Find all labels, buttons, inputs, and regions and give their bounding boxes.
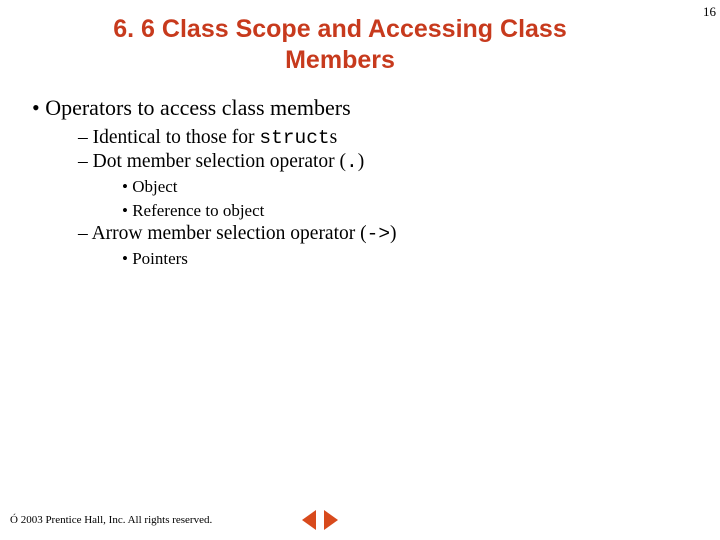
code-text: -> [367,223,390,245]
next-icon[interactable] [324,510,338,530]
bullet-text: ) [358,151,365,172]
title-line-2: Members [285,46,395,74]
bullet-l2: Dot member selection operator (.) [78,151,700,173]
bullet-text: ) [390,223,397,244]
page-number: 16 [703,4,716,20]
bullet-l1: Operators to access class members [32,95,700,121]
bullet-text: Object [132,177,177,196]
bullet-l3: Pointers [122,249,700,269]
code-text: . [346,151,358,173]
bullet-text: Arrow member selection operator ( [92,223,367,244]
bullet-l3: Object [122,177,700,197]
title-line-1: 6. 6 Class Scope and Accessing Class [113,15,566,43]
bullet-l2: Identical to those for structs [78,127,700,149]
nav-controls [302,510,338,530]
copyright-text: Ó 2003 Prentice Hall, Inc. All rights re… [10,514,212,526]
bullet-text: Reference to object [132,201,264,220]
bullet-text: Dot member selection operator ( [93,151,346,172]
slide-title: 6. 6 Class Scope and Accessing Class Mem… [0,0,720,77]
code-text: struct [259,127,329,149]
bullet-l2: Arrow member selection operator (->) [78,223,700,245]
bullet-l3: Reference to object [122,201,700,221]
bullet-text: Pointers [132,249,188,268]
bullet-text: s [330,127,338,148]
bullet-text: Operators to access class members [45,95,350,120]
slide-content: Operators to access class members Identi… [0,77,720,269]
bullet-text: Identical to those for [93,127,260,148]
footer: Ó 2003 Prentice Hall, Inc. All rights re… [10,510,710,530]
prev-icon[interactable] [302,510,316,530]
